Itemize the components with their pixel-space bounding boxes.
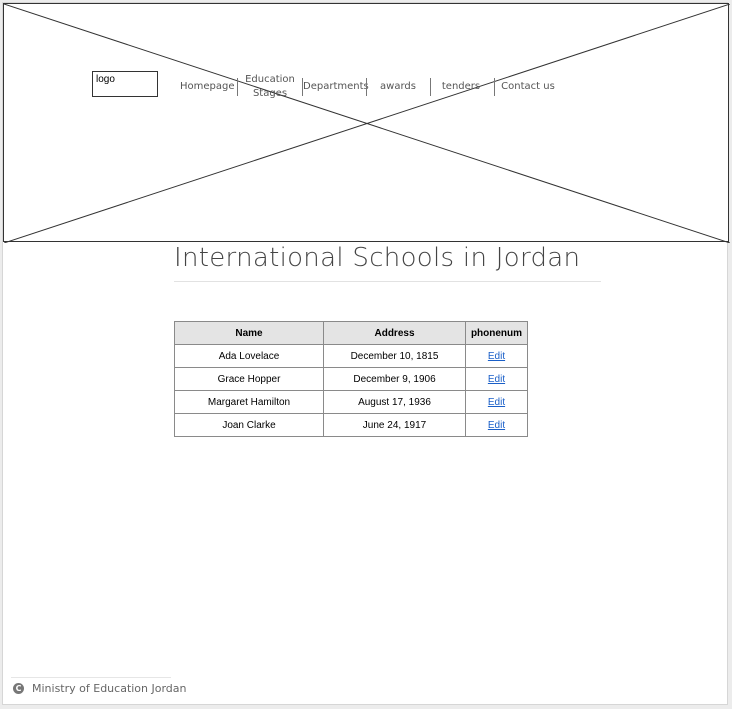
- nav-separator: [237, 78, 238, 96]
- page-title: International Schools in Jordan: [174, 243, 581, 273]
- nav-separator: [430, 78, 431, 96]
- column-header-phonenum: phonenum: [465, 321, 528, 345]
- nav-tenders[interactable]: tenders: [437, 80, 485, 94]
- table-row: Joan Clarke June 24, 1917 Edit: [174, 413, 528, 437]
- table-row: Grace Hopper December 9, 1906 Edit: [174, 367, 528, 391]
- cell-address: December 9, 1906: [323, 367, 466, 391]
- nav-education-line2: Stages: [252, 88, 288, 99]
- cell-address: December 10, 1815: [323, 344, 466, 368]
- table-row: Margaret Hamilton August 17, 1936 Edit: [174, 390, 528, 414]
- schools-table: Name Address phonenum Ada Lovelace Decem…: [174, 321, 528, 437]
- nav-education-line1: Education: [245, 74, 295, 85]
- nav-awards[interactable]: awards: [375, 80, 421, 94]
- footer-text: Ministry of Education Jordan: [32, 682, 187, 695]
- edit-link[interactable]: Edit: [488, 351, 505, 362]
- edit-link[interactable]: Edit: [488, 397, 505, 408]
- nav-separator: [494, 78, 495, 96]
- title-divider: [174, 281, 601, 282]
- cell-name: Grace Hopper: [174, 367, 324, 391]
- table-header-row: Name Address phonenum: [174, 321, 528, 345]
- copyright-icon: C: [13, 683, 24, 694]
- table-row: Ada Lovelace December 10, 1815 Edit: [174, 344, 528, 368]
- edit-link[interactable]: Edit: [488, 374, 505, 385]
- nav-departments[interactable]: Departments: [303, 80, 369, 94]
- edit-link[interactable]: Edit: [488, 420, 505, 431]
- nav-homepage[interactable]: Homepage: [180, 80, 235, 94]
- cell-action: Edit: [465, 344, 528, 368]
- nav-contact-us[interactable]: Contact us: [498, 80, 558, 94]
- nav-separator: [366, 78, 367, 96]
- header-banner-image-placeholder: logo Homepage Education Stages Departmen…: [3, 3, 730, 243]
- cell-address: June 24, 1917: [323, 413, 466, 437]
- cell-address: August 17, 1936: [323, 390, 466, 414]
- image-placeholder-cross: [4, 4, 730, 243]
- column-header-name: Name: [174, 321, 324, 345]
- cell-action: Edit: [465, 367, 528, 391]
- cell-name: Ada Lovelace: [174, 344, 324, 368]
- page: logo Homepage Education Stages Departmen…: [2, 2, 730, 705]
- cell-action: Edit: [465, 413, 528, 437]
- footer-divider: [11, 677, 171, 678]
- cell-name: Margaret Hamilton: [174, 390, 324, 414]
- column-header-address: Address: [323, 321, 466, 345]
- logo[interactable]: logo: [92, 71, 158, 97]
- nav-education-stages[interactable]: Education Stages: [242, 73, 298, 101]
- cell-action: Edit: [465, 390, 528, 414]
- cell-name: Joan Clarke: [174, 413, 324, 437]
